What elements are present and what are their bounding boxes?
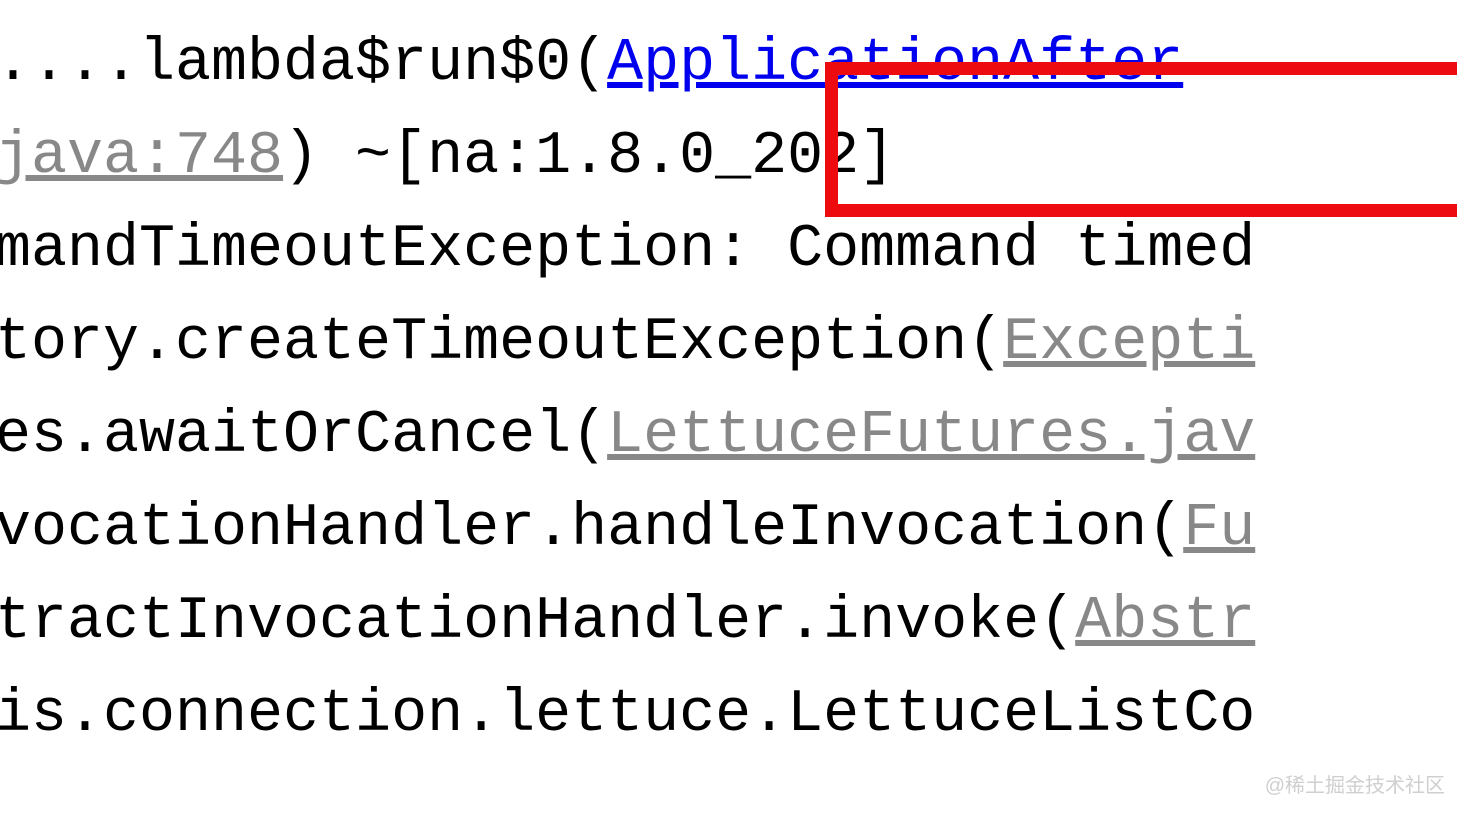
code-text: is.connection.lettuce.LettuceListCo bbox=[0, 681, 1255, 749]
source-link[interactable]: LettuceFutures.jav bbox=[607, 402, 1255, 470]
watermark-text: @稀土掘金技术社区 bbox=[1265, 771, 1445, 802]
source-link[interactable]: Excepti bbox=[1003, 309, 1255, 377]
code-text: mandTimeoutException: Command timed bbox=[0, 216, 1255, 284]
code-text: tractInvocationHandler.invoke( bbox=[0, 588, 1075, 656]
source-link[interactable]: ApplicationAfter bbox=[607, 30, 1183, 98]
stacktrace-view: ....lambda$run$0(ApplicationAfter java:7… bbox=[0, 0, 1255, 762]
source-link[interactable]: java:748 bbox=[0, 123, 283, 191]
code-text: es.awaitOrCancel( bbox=[0, 402, 607, 470]
source-link[interactable]: Fu bbox=[1183, 495, 1255, 563]
code-text: tory.createTimeoutException( bbox=[0, 309, 1003, 377]
code-text: ....lambda$run$0( bbox=[0, 30, 607, 98]
code-text: vocationHandler.handleInvocation( bbox=[0, 495, 1183, 563]
code-text: ) ~[na:1.8.0_202] bbox=[283, 123, 895, 191]
source-link[interactable]: Abstr bbox=[1075, 588, 1255, 656]
